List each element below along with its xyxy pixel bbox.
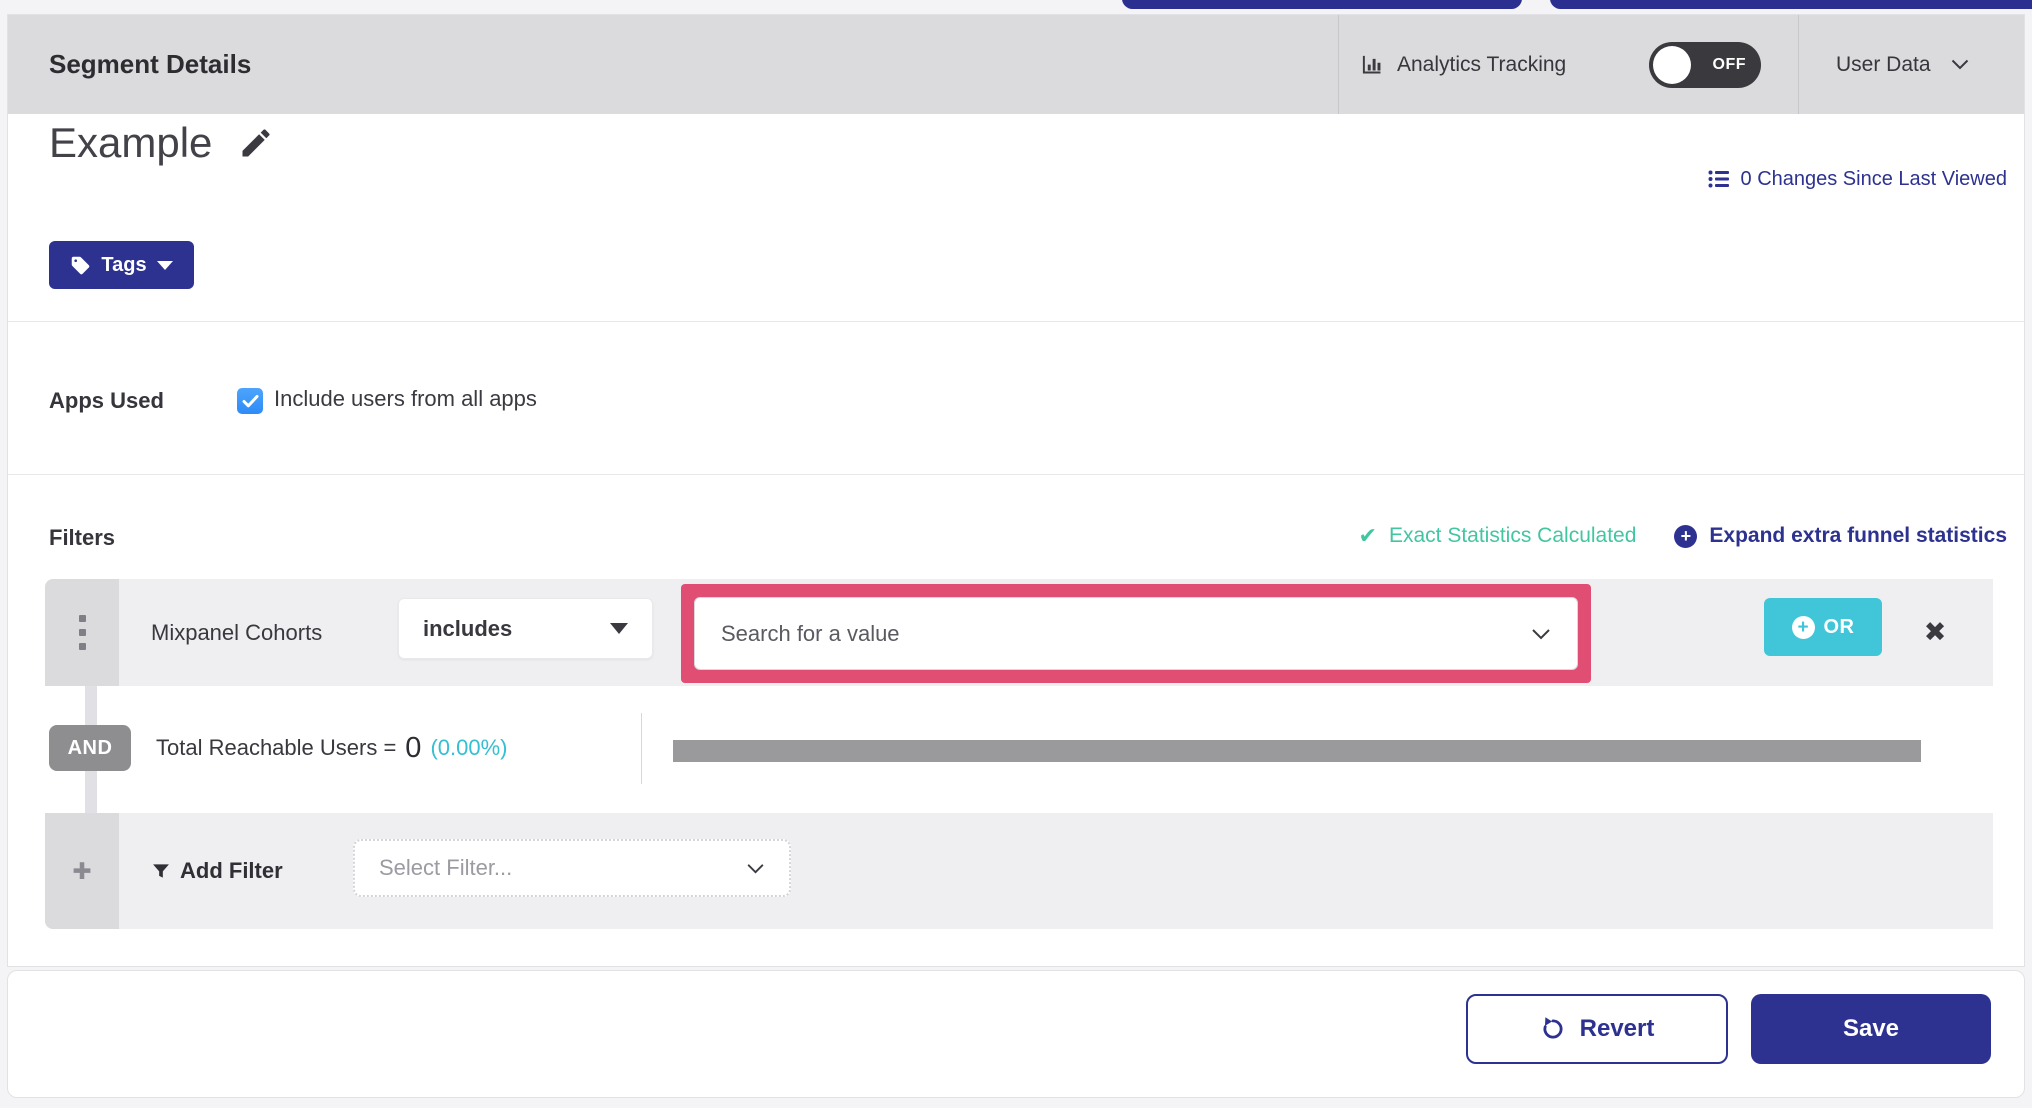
header-divider-2 — [1798, 15, 1799, 114]
filter-row: Mixpanel Cohorts includes Search for a v… — [45, 579, 1993, 686]
reachable-users-line: Total Reachable Users = 0 (0.00%) — [156, 721, 507, 775]
operator-value: includes — [423, 615, 513, 641]
segment-details-card: Segment Details Analytics Tracking OFF U… — [7, 14, 2025, 967]
bar-chart-icon — [1359, 52, 1385, 78]
save-button-label: Save — [1842, 1015, 1900, 1042]
funnel-icon — [151, 861, 171, 881]
changes-link-label: 0 Changes Since Last Viewed — [1740, 167, 2007, 190]
tags-button[interactable]: Tags — [49, 241, 194, 289]
revert-button-label: Revert — [1579, 1015, 1655, 1042]
user-data-label: User Data — [1836, 52, 1931, 76]
filters-title: Filters — [49, 525, 116, 550]
tag-icon — [70, 255, 91, 276]
drag-dot — [78, 629, 86, 636]
changes-since-last-viewed-link[interactable]: 0 Changes Since Last Viewed — [1707, 164, 2007, 194]
section-divider — [8, 321, 2024, 322]
toggle-state-label: OFF — [1712, 56, 1746, 73]
toggle-knob — [1653, 46, 1691, 84]
check-icon: ✔ — [1358, 523, 1377, 548]
header-divider — [1338, 15, 1339, 114]
reachable-users-value: 0 — [405, 731, 422, 764]
and-badge: AND — [49, 725, 131, 771]
tags-button-label: Tags — [101, 253, 147, 276]
segment-details-page: Segment Details Analytics Tracking OFF U… — [0, 0, 2032, 1108]
add-filter-row: ✚ Add Filter Select Filter... — [45, 813, 1993, 929]
footer-actions-card: Revert Save — [7, 970, 2025, 1098]
analytics-tracking-toggle[interactable]: OFF — [1649, 42, 1761, 88]
operator-select[interactable]: includes — [398, 598, 653, 659]
revert-icon — [1540, 1016, 1566, 1042]
plus-icon: ✚ — [72, 857, 92, 884]
drag-dot — [78, 615, 86, 622]
chevron-down-icon — [1531, 628, 1551, 640]
add-filter-plus-handle[interactable]: ✚ — [45, 813, 119, 929]
chevron-down-icon — [746, 863, 765, 874]
caret-down-icon — [156, 260, 173, 270]
top-partial-button-left[interactable] — [1122, 0, 1522, 9]
section-divider-2 — [8, 474, 2024, 475]
add-or-condition-button[interactable]: + OR — [1764, 598, 1882, 656]
revert-button[interactable]: Revert — [1466, 994, 1728, 1064]
exact-stats-label: Exact Statistics Calculated — [1388, 524, 1637, 547]
segment-name-row: Example — [49, 119, 274, 167]
value-search-placeholder: Search for a value — [721, 620, 900, 646]
reachable-users-label: Total Reachable Users = — [156, 735, 397, 760]
reachable-users-percent: (0.00%) — [430, 735, 508, 760]
page-title: Segment Details — [49, 49, 252, 79]
apps-used-label: Apps Used — [49, 388, 164, 413]
save-button[interactable]: Save — [1751, 994, 1991, 1064]
highlight-annotation: Search for a value — [681, 584, 1591, 683]
change-list-icon — [1707, 167, 1731, 191]
reachable-users-progress-bar — [673, 740, 1921, 762]
caret-down-icon — [610, 623, 628, 634]
select-filter-placeholder: Select Filter... — [379, 855, 513, 880]
drag-handle[interactable] — [45, 579, 119, 686]
segment-name: Example — [49, 119, 213, 166]
select-filter-dropdown[interactable]: Select Filter... — [353, 839, 791, 897]
analytics-tracking-label: Analytics Tracking — [1397, 52, 1567, 76]
value-search-select[interactable]: Search for a value — [694, 597, 1578, 670]
chevron-down-icon — [1951, 59, 1969, 70]
or-button-label: OR — [1823, 615, 1855, 638]
user-data-dropdown[interactable]: User Data — [1836, 15, 1969, 114]
checkmark-icon — [242, 394, 259, 408]
filter-name: Mixpanel Cohorts — [151, 619, 323, 645]
include-all-apps-label: Include users from all apps — [274, 386, 537, 411]
card-header: Segment Details Analytics Tracking OFF U… — [8, 15, 2024, 114]
analytics-tracking-group: Analytics Tracking — [1359, 15, 1566, 114]
edit-pencil-icon[interactable] — [238, 125, 274, 161]
filters-stats-row: ✔ Exact Statistics Calculated + Expand e… — [1359, 523, 2007, 549]
expand-funnel-stats-link[interactable]: Expand extra funnel statistics — [1709, 524, 2007, 548]
include-all-apps-checkbox[interactable] — [237, 388, 263, 414]
plus-circle-icon: + — [1674, 524, 1698, 548]
add-filter-label: Add Filter — [180, 858, 283, 883]
plus-circle-icon: + — [1791, 615, 1815, 639]
top-partial-button-right[interactable] — [1550, 0, 2032, 9]
drag-dot — [78, 643, 86, 650]
add-filter-group: Add Filter — [151, 813, 283, 929]
remove-filter-button[interactable]: ✖ — [1917, 579, 1953, 686]
vertical-divider — [641, 713, 642, 784]
